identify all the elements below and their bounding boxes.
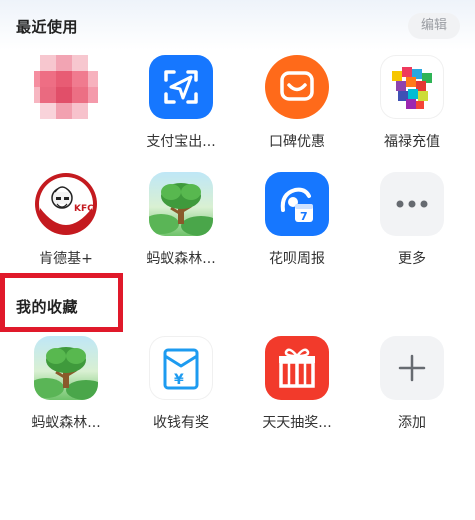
app-tile-collect-money[interactable]: ¥ 收钱有奖 [122, 336, 240, 432]
app-tile-alipay-out[interactable]: 支付宝出... [122, 55, 240, 151]
koubei-smile-icon [265, 55, 329, 119]
app-tile-add[interactable]: 添加 [353, 336, 471, 432]
ant-forest-tree-icon [149, 172, 213, 236]
app-tile-huabei-weekly[interactable]: 7 花呗周报 [238, 172, 356, 268]
app-tile-kfc[interactable]: KFC 肯德基+ [7, 172, 125, 268]
more-dots-icon [380, 172, 444, 236]
app-label: 福禄充值 [384, 134, 440, 150]
gift-box-icon [265, 336, 329, 400]
app-label: 添加 [398, 415, 426, 431]
ant-forest-tree-icon [34, 336, 98, 400]
app-tile-fulu[interactable]: 福禄充值 [353, 55, 471, 151]
edit-button[interactable]: 编辑 [408, 13, 460, 39]
app-tile-daily-lottery[interactable]: 天天抽奖... [238, 336, 356, 432]
app-label: 收钱有奖 [153, 415, 209, 431]
kfc-logo-icon: KFC [34, 172, 98, 236]
svg-text:7: 7 [300, 210, 308, 223]
plus-icon [380, 336, 444, 400]
app-tile-recent-1[interactable] [7, 55, 125, 131]
app-label: 口碑优惠 [269, 134, 325, 150]
app-label: 花呗周报 [269, 251, 325, 267]
app-tile-more[interactable]: 更多 [353, 172, 471, 268]
svg-text:¥: ¥ [174, 372, 184, 388]
app-label: 更多 [398, 251, 426, 267]
fulu-cubes-icon [380, 55, 444, 119]
app-tile-koubei[interactable]: 口碑优惠 [238, 55, 356, 151]
app-label: 支付宝出... [146, 134, 216, 150]
app-tile-ant-forest[interactable]: 蚂蚁森林... [122, 172, 240, 268]
huabei-weekly-icon: 7 [265, 172, 329, 236]
svg-text:KFC: KFC [74, 204, 94, 214]
recent-section-title: 最近使用 [16, 18, 79, 36]
app-label: 肯德基+ [39, 251, 93, 267]
highlight-box [0, 273, 123, 332]
app-label: 蚂蚁森林... [31, 415, 101, 431]
app-label: 天天抽奖... [262, 415, 332, 431]
app-label: 蚂蚁森林... [146, 251, 216, 267]
app-tile-fav-ant-forest[interactable]: 蚂蚁森林... [7, 336, 125, 432]
scan-send-icon [149, 55, 213, 119]
collect-money-icon: ¥ [149, 336, 213, 400]
blurred-avatar-icon [34, 55, 98, 119]
